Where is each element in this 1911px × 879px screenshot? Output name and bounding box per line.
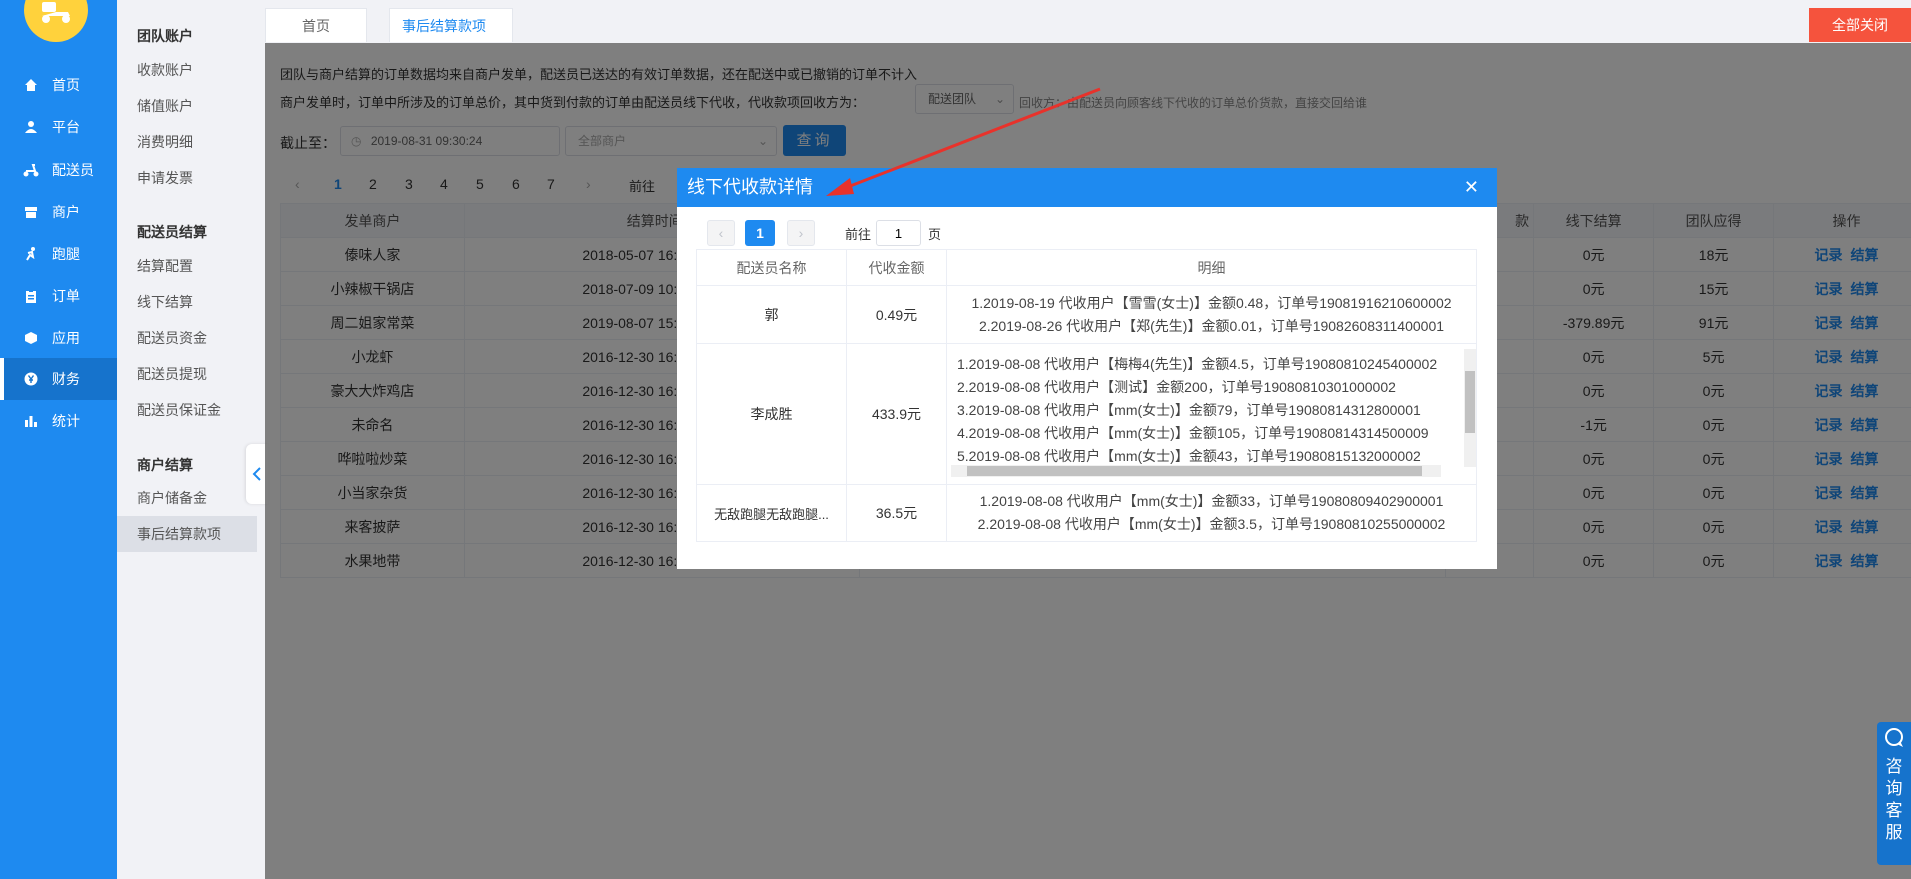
yen-icon <box>22 370 40 388</box>
sub-menu: 团队账户 收款账户 储值账户 消费明细 申请发票 配送员结算 结算配置 线下结算… <box>117 0 265 879</box>
nav-item[interactable]: 跑腿 <box>0 233 117 275</box>
detail-line: 2.2019-08-08 代收用户【测试】金额200，订单号1908081030… <box>957 379 1396 395</box>
nav-item[interactable]: 应用 <box>0 317 117 359</box>
home-icon <box>22 76 40 94</box>
submenu-item-courier-funds[interactable]: 配送员资金 <box>117 320 257 356</box>
tab-bar: 首页 事后结算款项 ✕ 全部关闭 <box>265 0 1911 68</box>
nav-item-label: 平台 <box>52 119 80 135</box>
submenu-item-invoice[interactable]: 申请发票 <box>117 160 257 196</box>
detail-line: 2.2019-08-26 代收用户【郑(先生)】金额0.01，订单号190826… <box>978 317 1445 334</box>
submenu-item-post-settlement[interactable]: 事后结算款项 <box>117 516 257 552</box>
nav-item[interactable]: 平台 <box>0 106 117 148</box>
nav-item-label: 财务 <box>52 371 80 387</box>
column-header: 明细 <box>946 249 1477 286</box>
submenu-item-consumption[interactable]: 消费明细 <box>117 124 257 160</box>
submenu-item-settle-config[interactable]: 结算配置 <box>117 248 257 284</box>
nav-item-label: 统计 <box>52 413 80 429</box>
goto-page-input[interactable] <box>876 220 921 246</box>
nav-item-label: 应用 <box>52 330 80 346</box>
bar-chart-icon <box>22 412 40 430</box>
detail-line: 3.2019-08-08 代收用户【mm(女士)】金额79，订单号1908081… <box>957 402 1421 418</box>
detail-line: 1.2019-08-08 代收用户【梅梅4(先生)】金额4.5，订单号19080… <box>957 356 1438 372</box>
runner-icon <box>22 245 40 263</box>
collection-amount: 36.5元 <box>846 484 947 542</box>
nav-item[interactable]: 财务 <box>0 358 117 400</box>
table-row: 无敌跑腿无敌跑腿... 36.5元 1.2019-08-08 代收用户【mm(女… <box>696 484 1477 542</box>
table-row: 郭 0.49元 1.2019-08-19 代收用户【雪雪(女士)】金额0.48，… <box>696 285 1477 344</box>
courier-name: 郭 <box>696 285 847 344</box>
annotation-arrow-icon <box>826 87 1101 196</box>
prev-page-button[interactable]: ‹ <box>707 220 735 246</box>
table-row: 李成胜 433.9元 1.2019-08-08 代收用户【梅梅4(先生)】金额4… <box>696 343 1477 485</box>
goto-label: 前往 <box>845 227 872 242</box>
submenu-item-stored-account[interactable]: 储值账户 <box>117 88 257 124</box>
collection-detail-table: 配送员名称 代收金额 明细 郭 0.49元 1.2019-08-19 代收用户【… <box>696 249 1477 542</box>
scrollbar-thumb[interactable] <box>1465 371 1475 433</box>
next-page-button[interactable]: › <box>787 220 815 246</box>
consult-service-button[interactable]: 咨询客服 <box>1877 722 1911 865</box>
collection-amount: 433.9元 <box>846 343 947 485</box>
detail-cell: 1.2019-08-19 代收用户【雪雪(女士)】金额0.48，订单号19081… <box>946 285 1477 344</box>
submenu-item-courier-withdraw[interactable]: 配送员提现 <box>117 356 257 392</box>
nav-item-label: 首页 <box>52 77 80 93</box>
chevron-left-icon <box>252 467 261 481</box>
offline-collection-modal: 线下代收款详情 ✕ ‹ 1 › 前往 页 配送员名称 代收金额 明细 郭 0.4… <box>677 168 1497 569</box>
horizontal-scrollbar[interactable] <box>951 465 1441 477</box>
nav-item[interactable]: 首页 <box>0 64 117 106</box>
nav-item[interactable]: 统计 <box>0 400 117 442</box>
shop-icon <box>22 203 40 221</box>
tab-label: 事后结算款项 <box>402 18 486 34</box>
tab-label: 首页 <box>302 18 330 34</box>
detail-line: 1.2019-08-19 代收用户【雪雪(女士)】金额0.48，订单号19081… <box>971 294 1452 311</box>
column-header: 代收金额 <box>846 249 947 286</box>
tab-post-settlement[interactable]: 事后结算款项 ✕ <box>389 8 513 68</box>
scooter-icon <box>22 161 40 179</box>
scooter-logo-icon <box>42 2 70 23</box>
detail-cell: 1.2019-08-08 代收用户【mm(女士)】金额33，订单号1908080… <box>946 484 1477 542</box>
logo <box>24 0 88 42</box>
submenu-item-courier-deposit[interactable]: 配送员保证金 <box>117 392 257 428</box>
detail-line: 4.2019-08-08 代收用户【mm(女士)】金额105，订单号190808… <box>957 425 1429 441</box>
user-icon <box>22 118 40 136</box>
main-nav: 首页平台配送员商户跑腿订单应用财务统计 <box>0 0 117 879</box>
tab-home[interactable]: 首页 <box>265 8 367 42</box>
courier-name: 李成胜 <box>696 343 847 485</box>
submenu-group-title: 配送员结算 <box>137 224 207 240</box>
submenu-group-title: 商户结算 <box>137 457 193 473</box>
nav-item-label: 订单 <box>52 288 80 304</box>
nav-item[interactable]: 商户 <box>0 191 117 233</box>
close-icon[interactable]: ✕ <box>1464 168 1479 207</box>
submenu-group-title: 团队账户 <box>137 28 193 44</box>
detail-scroll-area[interactable]: 1.2019-08-08 代收用户【梅梅4(先生)】金额4.5，订单号19080… <box>947 345 1476 483</box>
consult-label: 咨询客服 <box>1885 757 1903 842</box>
detail-cell: 1.2019-08-08 代收用户【梅梅4(先生)】金额4.5，订单号19080… <box>946 343 1477 485</box>
nav-item[interactable]: 订单 <box>0 275 117 317</box>
submenu-item-merchant-reserve[interactable]: 商户储备金 <box>117 480 257 516</box>
detail-line: 1.2019-08-08 代收用户【mm(女士)】金额33，订单号1908080… <box>979 493 1444 509</box>
cube-icon <box>22 329 40 347</box>
chat-bubble-icon <box>1885 728 1903 747</box>
scrollbar-thumb[interactable] <box>967 466 1422 476</box>
nav-item-label: 配送员 <box>52 162 94 178</box>
column-header: 配送员名称 <box>696 249 847 286</box>
modal-title: 线下代收款详情 <box>687 177 813 197</box>
nav-item-label: 商户 <box>52 204 80 220</box>
courier-name: 无敌跑腿无敌跑腿... <box>696 484 847 542</box>
page-unit-label: 页 <box>928 227 942 242</box>
clipboard-icon <box>22 287 40 305</box>
nav-item-label: 跑腿 <box>52 246 80 262</box>
collection-amount: 0.49元 <box>846 285 947 344</box>
close-all-tabs-button[interactable]: 全部关闭 <box>1809 8 1911 42</box>
nav-item[interactable]: 配送员 <box>0 149 117 191</box>
submenu-item-collect-account[interactable]: 收款账户 <box>117 52 257 88</box>
detail-line: 2.2019-08-08 代收用户【mm(女士)】金额3.5，订单号190808… <box>977 516 1446 532</box>
submenu-item-offline-settle[interactable]: 线下结算 <box>117 284 257 320</box>
vertical-scrollbar[interactable] <box>1464 349 1476 467</box>
current-page[interactable]: 1 <box>745 220 775 246</box>
